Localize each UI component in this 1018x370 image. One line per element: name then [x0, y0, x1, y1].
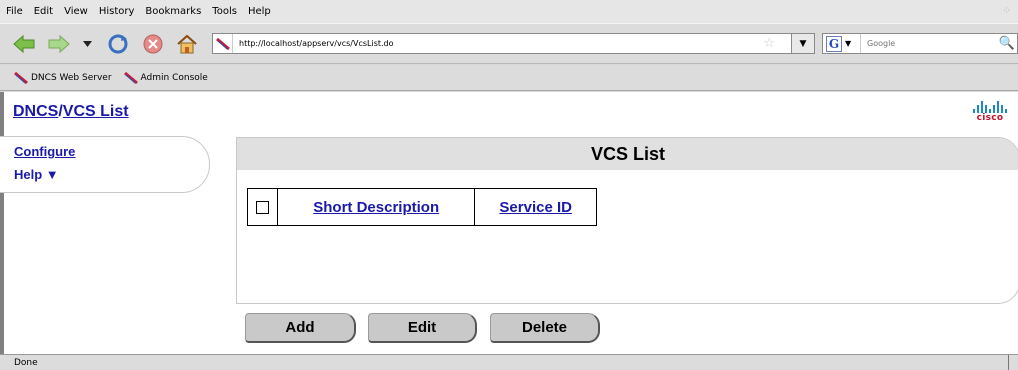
status-bar: Done	[0, 354, 1018, 370]
search-input[interactable]	[861, 39, 991, 48]
menu-help[interactable]: Help	[248, 6, 271, 17]
forward-arrow-icon	[48, 35, 70, 53]
back-button[interactable]	[12, 32, 36, 56]
menu-history[interactable]: History	[99, 6, 135, 17]
short-description-header[interactable]: Short Description	[276, 188, 476, 226]
cisco-logo: cisco	[972, 101, 1008, 123]
bookmark-label: DNCS Web Server	[31, 72, 112, 83]
status-text: Done	[14, 357, 38, 368]
search-bar[interactable]: G ▼ 🔍	[822, 33, 1018, 54]
page-content: DNCS/VCS List cisco Configure Help ▼ VCS…	[0, 92, 1018, 354]
menu-edit[interactable]: Edit	[34, 6, 53, 17]
vcs-table: Short Description Service ID	[247, 188, 597, 226]
bookmark-dncs-web-server[interactable]: DNCS Web Server	[14, 71, 112, 84]
breadcrumb: DNCS/VCS List	[13, 103, 129, 121]
breadcrumb-dncs-link[interactable]: DNCS	[13, 103, 58, 120]
navigation-toolbar: ☆ ▼ G ▼ 🔍	[0, 23, 1018, 64]
resize-grip[interactable]	[1008, 355, 1018, 370]
panel-title-bar: VCS List	[237, 138, 1018, 170]
help-menu-link[interactable]: Help ▼	[14, 167, 59, 182]
bookmark-label: Admin Console	[140, 72, 208, 83]
search-engine-selector[interactable]: G ▼	[823, 34, 861, 53]
menu-view[interactable]: View	[64, 6, 88, 17]
magnifier-icon[interactable]: 🔍	[999, 36, 1015, 51]
dropdown-arrow-icon	[82, 41, 92, 47]
delete-button[interactable]: Delete	[490, 313, 600, 343]
feather-icon	[123, 71, 138, 84]
stop-button[interactable]	[141, 32, 165, 56]
feather-icon	[213, 34, 233, 53]
url-bar[interactable]: ☆	[212, 33, 802, 54]
history-dropdown[interactable]	[80, 32, 94, 56]
menu-file[interactable]: File	[6, 6, 23, 17]
table-header-row: Short Description Service ID	[247, 188, 597, 226]
bookmarks-toolbar: DNCS Web Server Admin Console	[0, 65, 1018, 91]
home-icon	[177, 34, 197, 54]
url-dropdown-button[interactable]: ▼	[791, 33, 815, 54]
breadcrumb-vcs-list-link[interactable]: VCS List	[63, 103, 129, 120]
edit-button[interactable]: Edit	[368, 313, 477, 343]
stop-icon	[143, 34, 163, 54]
back-arrow-icon	[13, 35, 35, 53]
throbber-icon: ⁘	[1002, 4, 1012, 17]
reload-icon	[108, 34, 128, 54]
dropdown-arrow-icon: ▼	[799, 38, 807, 49]
add-button[interactable]: Add	[245, 313, 356, 343]
forward-button[interactable]	[47, 32, 71, 56]
menu-bar: File Edit View History Bookmarks Tools H…	[0, 0, 1018, 23]
service-id-header[interactable]: Service ID	[474, 188, 597, 226]
bookmark-star-icon[interactable]: ☆	[763, 36, 775, 51]
feather-icon	[14, 71, 28, 84]
menu-tools[interactable]: Tools	[212, 6, 237, 17]
home-button[interactable]	[175, 32, 199, 56]
cisco-bars-icon	[972, 101, 1008, 113]
url-input[interactable]	[233, 35, 753, 52]
bookmark-admin-console[interactable]: Admin Console	[123, 71, 208, 84]
page-title: VCS List	[590, 143, 665, 164]
cisco-wordmark: cisco	[976, 113, 1004, 123]
configure-link[interactable]: Configure	[14, 144, 75, 159]
menu-bookmarks[interactable]: Bookmarks	[145, 6, 201, 17]
vcs-list-panel: VCS List Short Description Service ID	[236, 137, 1018, 304]
reload-button[interactable]	[106, 32, 130, 56]
dropdown-arrow-icon: ▼	[845, 39, 852, 48]
select-all-checkbox[interactable]	[256, 201, 269, 215]
google-g-icon: G	[826, 35, 842, 52]
select-all-cell	[247, 188, 278, 226]
